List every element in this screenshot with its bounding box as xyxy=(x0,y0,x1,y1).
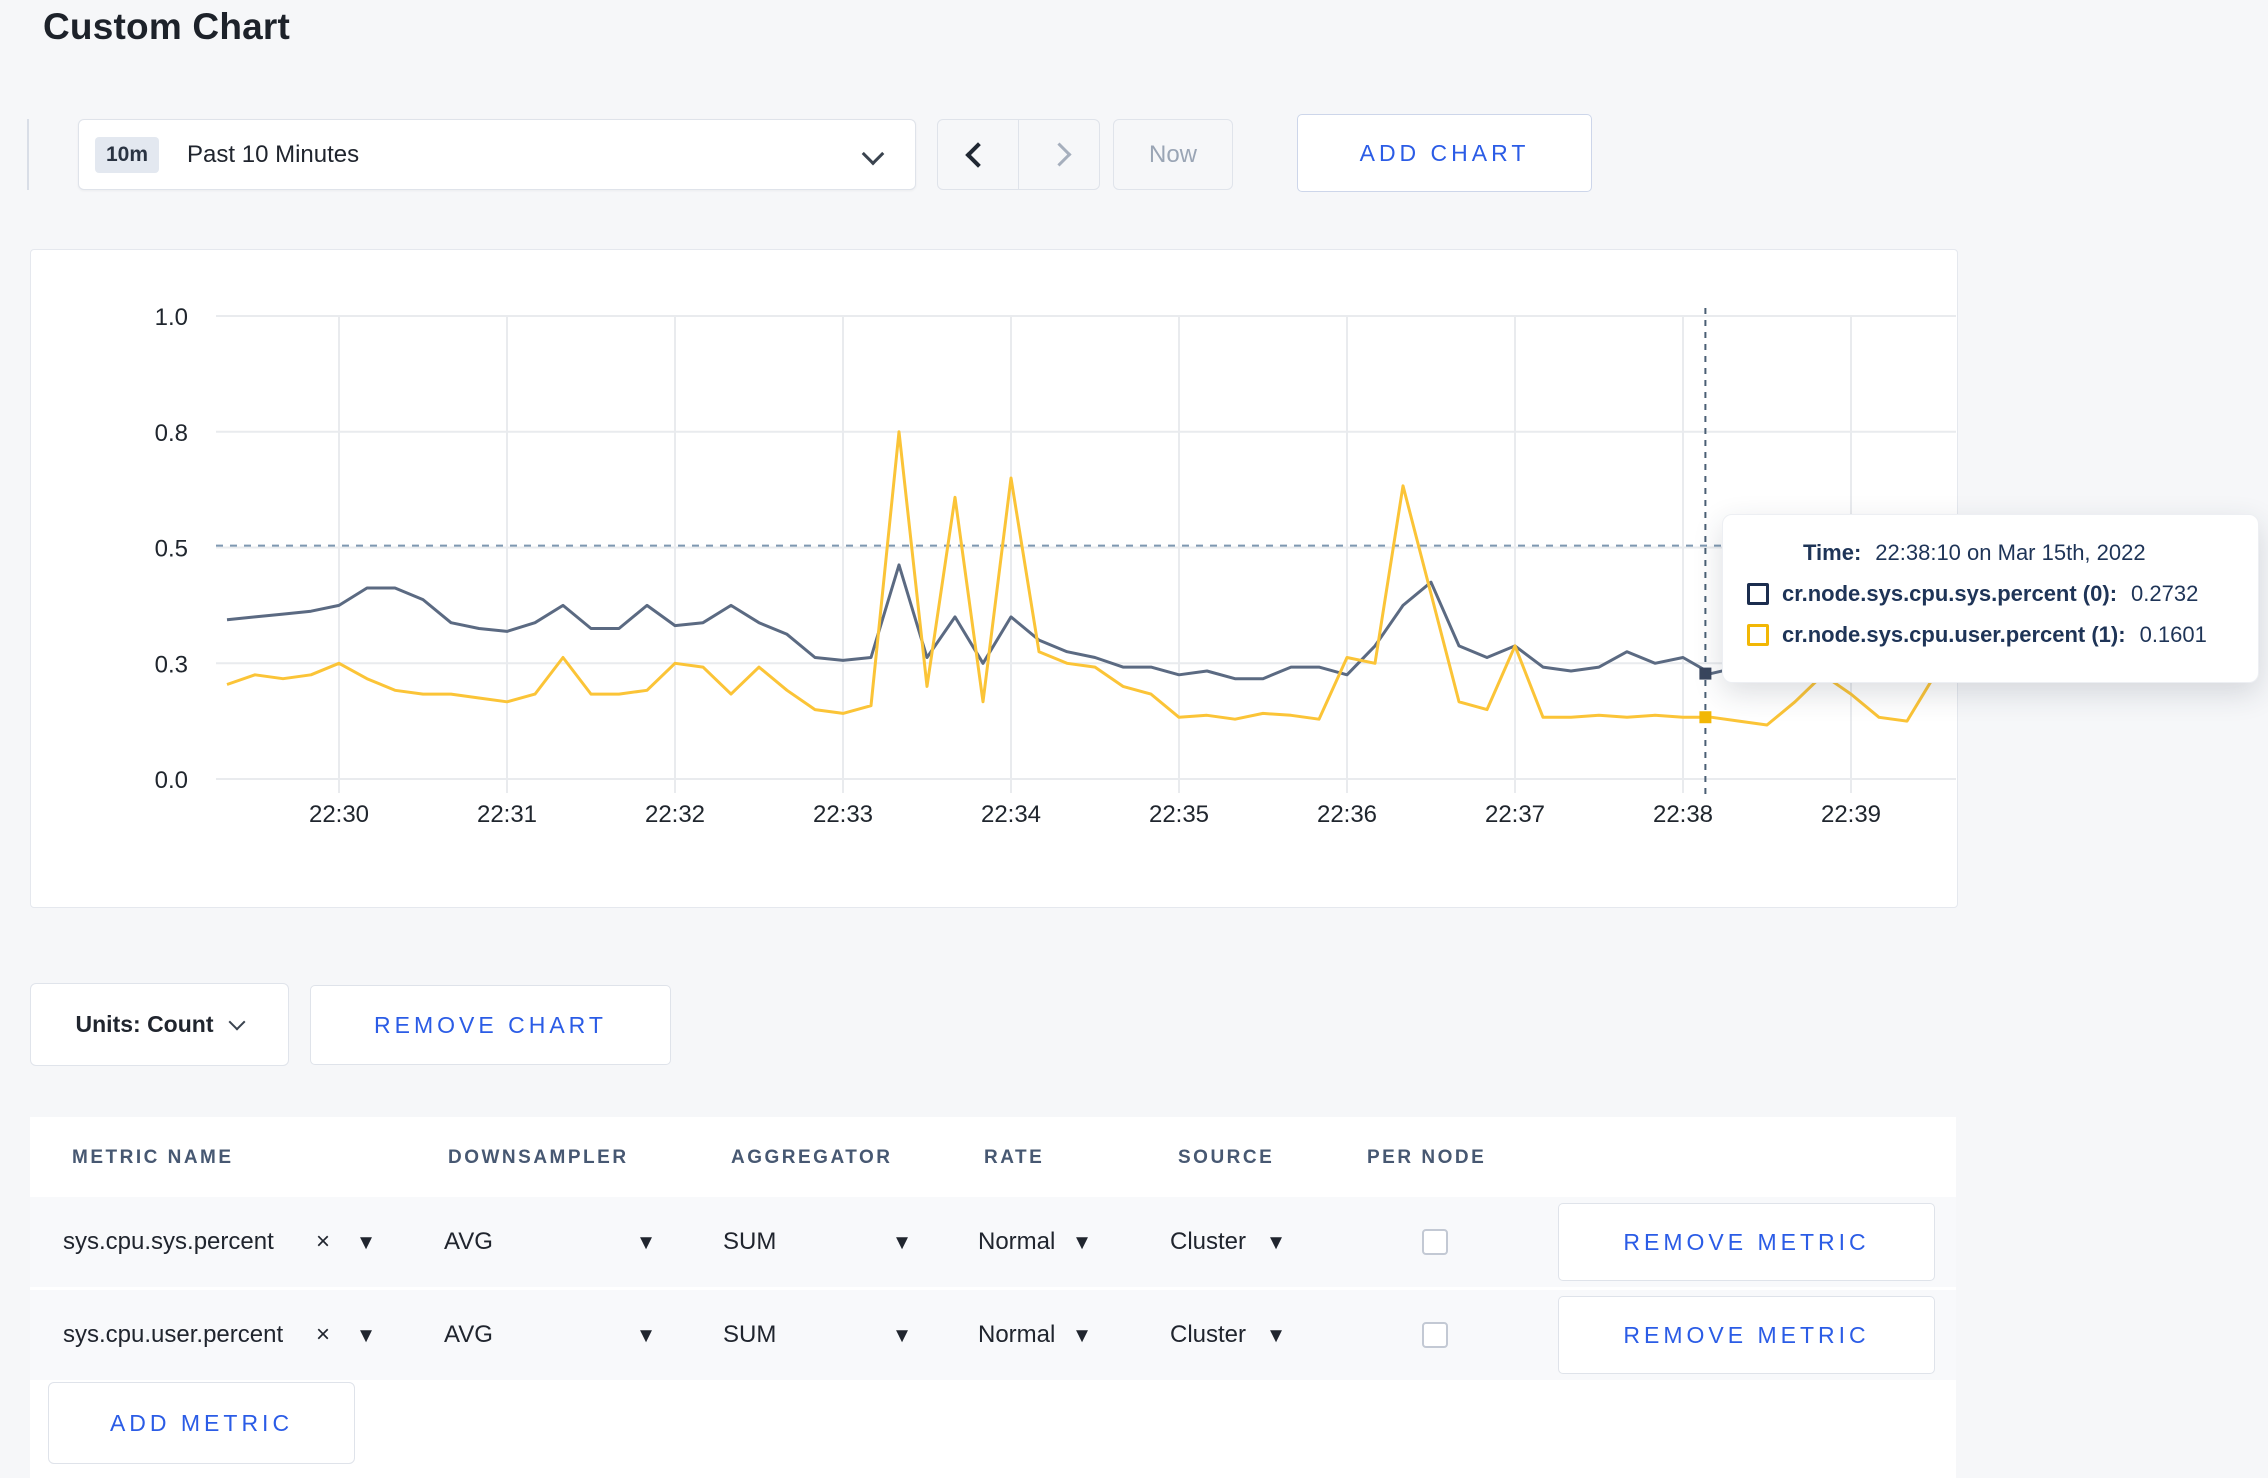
svg-text:22:39: 22:39 xyxy=(1821,801,1881,828)
svg-text:22:30: 22:30 xyxy=(309,801,369,828)
chevron-down-icon[interactable]: ▾ xyxy=(1270,1228,1282,1257)
rate-select[interactable]: Normal xyxy=(978,1321,1055,1349)
chevron-down-icon[interactable]: ▾ xyxy=(896,1321,908,1350)
add-metric-button[interactable]: ADD METRIC xyxy=(48,1382,355,1464)
aggregator-select[interactable]: SUM xyxy=(723,1228,776,1256)
svg-text:22:31: 22:31 xyxy=(477,801,537,828)
svg-text:22:36: 22:36 xyxy=(1317,801,1377,828)
chevron-down-icon[interactable]: ▾ xyxy=(640,1228,652,1257)
chevron-down-icon xyxy=(861,142,885,166)
chevron-down-icon[interactable]: ▾ xyxy=(640,1321,652,1350)
time-range-select[interactable]: 10m Past 10 Minutes xyxy=(78,119,916,190)
chart-plot[interactable]: 22:30 22:31 22:32 22:33 22:34 22:35 22:36 22:37… xyxy=(31,250,1957,907)
table-row: sys.cpu.sys.percent × ▾ AVG ▾ SUM ▾ Norm… xyxy=(30,1197,1956,1290)
chevron-left-icon xyxy=(965,141,991,168)
add-chart-button[interactable]: ADD CHART xyxy=(1297,114,1592,192)
per-node-checkbox[interactable] xyxy=(1422,1229,1448,1255)
custom-chart-page: Custom Chart 10m Past 10 Minutes Now ADD… xyxy=(0,0,2268,1478)
svg-text:22:33: 22:33 xyxy=(813,801,873,828)
series-user-swatch-icon xyxy=(1747,624,1769,646)
svg-text:22:34: 22:34 xyxy=(981,801,1041,828)
aggregator-select[interactable]: SUM xyxy=(723,1321,776,1349)
svg-text:0.3: 0.3 xyxy=(155,651,188,678)
col-header-aggregator: AGGREGATOR xyxy=(731,1147,893,1168)
col-header-rate: RATE xyxy=(984,1147,1045,1168)
time-back-button[interactable] xyxy=(938,120,1018,189)
chevron-down-icon[interactable]: ▾ xyxy=(360,1228,372,1257)
svg-text:22:32: 22:32 xyxy=(645,801,705,828)
chart-tooltip: Time: 22:38:10 on Mar 15th, 2022 cr.node… xyxy=(1722,514,2259,683)
tooltip-time-label: Time: xyxy=(1803,540,1862,565)
source-select[interactable]: Cluster xyxy=(1170,1321,1246,1349)
chevron-down-icon[interactable]: ▾ xyxy=(360,1321,372,1350)
units-select[interactable]: Units: Count xyxy=(30,983,289,1066)
clear-metric-icon[interactable]: × xyxy=(316,1321,330,1349)
tooltip-series-user-label: cr.node.sys.cpu.user.percent (1): xyxy=(1782,622,2126,647)
page-title: Custom Chart xyxy=(43,6,291,47)
units-label: Units: Count xyxy=(75,1011,214,1037)
svg-text:22:37: 22:37 xyxy=(1485,801,1545,828)
svg-text:0.8: 0.8 xyxy=(155,420,188,447)
time-nav-group xyxy=(937,119,1100,190)
col-header-downsampler: DOWNSAMPLER xyxy=(448,1147,629,1168)
time-range-badge: 10m xyxy=(95,136,160,173)
metric-name-select[interactable]: sys.cpu.sys.percent xyxy=(63,1228,274,1256)
rate-select[interactable]: Normal xyxy=(978,1228,1055,1256)
table-row: sys.cpu.user.percent × ▾ AVG ▾ SUM ▾ Nor… xyxy=(30,1290,1956,1383)
chevron-down-icon xyxy=(228,1013,246,1030)
tooltip-series-sys-value: 0.2732 xyxy=(2131,581,2199,606)
svg-text:22:38: 22:38 xyxy=(1653,801,1713,828)
time-range-label: Past 10 Minutes xyxy=(187,140,360,168)
svg-text:1.0: 1.0 xyxy=(155,304,188,331)
tooltip-series-user-value: 0.1601 xyxy=(2139,622,2207,647)
col-header-source: SOURCE xyxy=(1178,1147,1275,1168)
tooltip-series-sys-label: cr.node.sys.cpu.sys.percent (0): xyxy=(1782,581,2118,606)
chevron-down-icon[interactable]: ▾ xyxy=(1076,1321,1088,1350)
svg-text:22:35: 22:35 xyxy=(1149,801,1209,828)
metrics-table: METRIC NAME DOWNSAMPLER AGGREGATOR RATE … xyxy=(30,1117,1956,1478)
remove-metric-button[interactable]: REMOVE METRIC xyxy=(1558,1203,1935,1281)
remove-metric-button[interactable]: REMOVE METRIC xyxy=(1558,1296,1935,1374)
per-node-checkbox[interactable] xyxy=(1422,1322,1448,1348)
downsampler-select[interactable]: AVG xyxy=(444,1321,493,1349)
chevron-down-icon[interactable]: ▾ xyxy=(1270,1321,1282,1350)
col-header-metric-name: METRIC NAME xyxy=(72,1147,234,1168)
source-select[interactable]: Cluster xyxy=(1170,1228,1246,1256)
time-forward-button[interactable] xyxy=(1018,120,1099,189)
clear-metric-icon[interactable]: × xyxy=(316,1228,330,1256)
chevron-down-icon[interactable]: ▾ xyxy=(1076,1228,1088,1257)
controls-divider xyxy=(27,119,29,190)
chart-card: 22:30 22:31 22:32 22:33 22:34 22:35 22:36 22:37… xyxy=(30,249,2259,908)
svg-text:0.5: 0.5 xyxy=(155,536,188,563)
col-header-per-node: PER NODE xyxy=(1367,1147,1487,1168)
svg-text:0.0: 0.0 xyxy=(155,767,188,794)
series-sys-swatch-icon xyxy=(1747,583,1769,605)
downsampler-select[interactable]: AVG xyxy=(444,1228,493,1256)
chevron-right-icon xyxy=(1046,142,1072,167)
remove-chart-button[interactable]: REMOVE CHART xyxy=(310,985,671,1065)
tooltip-time-value: 22:38:10 on Mar 15th, 2022 xyxy=(1875,540,2146,565)
chevron-down-icon[interactable]: ▾ xyxy=(896,1228,908,1257)
now-button[interactable]: Now xyxy=(1113,119,1233,190)
metric-name-select[interactable]: sys.cpu.user.percent xyxy=(63,1321,283,1349)
